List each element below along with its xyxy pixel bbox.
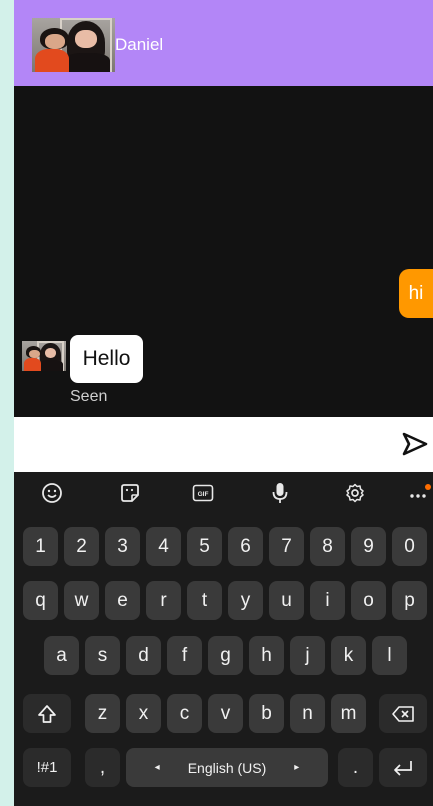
key-q[interactable]: q [23,581,58,620]
gif-icon[interactable]: GIF [189,480,217,506]
message-input[interactable] [22,425,382,463]
enter-icon [394,760,412,776]
language-label: English (US) [187,759,267,776]
key-f[interactable]: f [167,636,202,675]
key-c[interactable]: c [167,694,202,733]
chat-screen: Daniel hi Hello Seen GIF 1 2 3 4 5 6 7 8… [14,0,433,806]
send-button[interactable] [399,429,431,459]
key-w[interactable]: w [64,581,99,620]
key-i[interactable]: i [310,581,345,620]
space-key[interactable]: ◂ English (US) ▸ [126,748,328,787]
key-8[interactable]: 8 [310,527,345,566]
contact-avatar[interactable] [32,18,115,72]
key-3[interactable]: 3 [105,527,140,566]
key-5[interactable]: 5 [187,527,222,566]
key-6[interactable]: 6 [228,527,263,566]
backspace-key[interactable] [379,694,427,733]
key-u[interactable]: u [269,581,304,620]
chat-header: Daniel [14,0,433,86]
key-e[interactable]: e [105,581,140,620]
settings-icon[interactable] [341,480,369,506]
key-g[interactable]: g [208,636,243,675]
backspace-icon [392,705,414,722]
key-k[interactable]: k [331,636,366,675]
mic-icon[interactable] [266,480,294,506]
more-icon[interactable] [406,480,433,506]
incoming-message[interactable]: Hello [70,335,143,383]
svg-text:GIF: GIF [198,491,209,498]
key-d[interactable]: d [126,636,161,675]
enter-key[interactable] [379,748,427,787]
key-0[interactable]: 0 [392,527,427,566]
outgoing-message[interactable]: hi [399,269,433,318]
key-9[interactable]: 9 [351,527,386,566]
sender-avatar [22,341,66,371]
send-icon [402,432,428,456]
key-y[interactable]: y [228,581,263,620]
key-h[interactable]: h [249,636,284,675]
key-o[interactable]: o [351,581,386,620]
sticker-icon[interactable] [116,480,144,506]
key-n[interactable]: n [290,694,325,733]
key-1[interactable]: 1 [23,527,58,566]
key-p[interactable]: p [392,581,427,620]
shift-icon [38,704,56,723]
key-m[interactable]: m [331,694,366,733]
seen-status: Seen [70,388,108,405]
composer-bar [14,417,433,472]
key-t[interactable]: t [187,581,222,620]
language-left-icon: ◂ [154,762,160,773]
key-v[interactable]: v [208,694,243,733]
key-s[interactable]: s [85,636,120,675]
period-key[interactable]: . [338,748,373,787]
symbols-key[interactable]: !#1 [23,748,71,787]
emoji-icon[interactable] [38,480,66,506]
key-z[interactable]: z [85,694,120,733]
keyboard-toolbar: GIF [14,472,433,514]
shift-key[interactable] [23,694,71,733]
key-7[interactable]: 7 [269,527,304,566]
language-right-icon: ▸ [294,762,300,773]
key-2[interactable]: 2 [64,527,99,566]
key-4[interactable]: 4 [146,527,181,566]
contact-name[interactable]: Daniel [115,35,163,55]
on-screen-keyboard: GIF 1 2 3 4 5 6 7 8 9 0 q w e r t y u i … [14,472,433,806]
key-r[interactable]: r [146,581,181,620]
key-a[interactable]: a [44,636,79,675]
comma-key[interactable]: , [85,748,120,787]
key-b[interactable]: b [249,694,284,733]
key-l[interactable]: l [372,636,407,675]
key-j[interactable]: j [290,636,325,675]
key-x[interactable]: x [126,694,161,733]
